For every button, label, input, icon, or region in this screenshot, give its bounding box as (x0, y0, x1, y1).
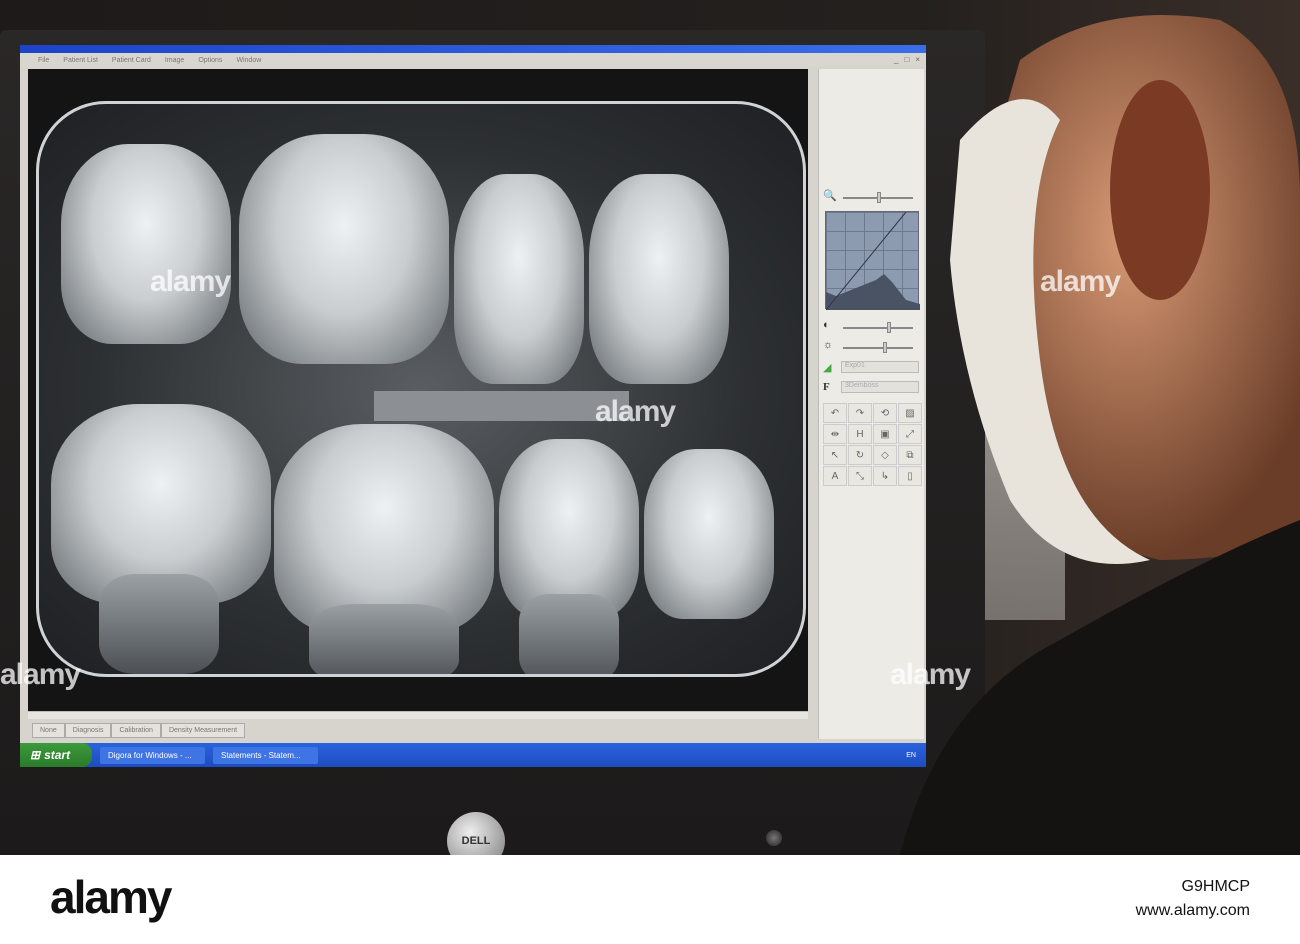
tab-density-measurement[interactable]: Density Measurement (160, 723, 246, 738)
zoom-icon: 🔍 (823, 190, 837, 202)
taskbar-item-statements[interactable]: Statements - Statem... (213, 746, 318, 764)
person-silhouette (900, 15, 1300, 855)
flip-tool[interactable]: ⇹ (823, 424, 847, 444)
measure-tool[interactable]: ⤡ (848, 466, 872, 486)
rotate-tool[interactable]: ⟲ (873, 403, 897, 423)
taskbar: ⊞ start Digora for Windows - ... Statemen… (20, 743, 926, 767)
watermark: alamy (595, 395, 676, 428)
start-button[interactable]: ⊞ start (20, 743, 92, 767)
title-bar (20, 45, 926, 53)
contrast-icon: ◐ (823, 319, 830, 331)
tab-calibration[interactable]: Calibration (111, 723, 161, 738)
xray-viewer[interactable] (28, 69, 808, 711)
menu-options[interactable]: Options (198, 57, 222, 64)
footer-band (0, 855, 1300, 944)
monitor-logo: DELL (447, 812, 505, 855)
site-url[interactable]: www.alamy.com (1136, 902, 1250, 920)
refresh-tool[interactable]: ↻ (848, 445, 872, 465)
menu-bar: File Patient List Patient Card Image Opt… (20, 53, 926, 67)
rotate-right-tool[interactable]: ↷ (848, 403, 872, 423)
minimize-button[interactable]: _ (894, 55, 898, 64)
watermark: alamy (150, 265, 231, 298)
image-id: G9HMCP (1181, 878, 1250, 895)
screen: File Patient List Patient Card Image Opt… (20, 45, 926, 767)
menu-file[interactable]: File (38, 57, 49, 64)
menu-patient-card[interactable]: Patient Card (112, 57, 151, 64)
dental-xray-image (36, 101, 806, 677)
menu-window[interactable]: Window (236, 57, 261, 64)
menu-patient-list[interactable]: Patient List (63, 57, 98, 64)
photo: DELL File Patient List Patient Card Imag… (0, 0, 1300, 855)
angle-tool[interactable]: ↳ (873, 466, 897, 486)
save-tool[interactable]: H (848, 424, 872, 444)
watermark: alamy (1040, 265, 1121, 298)
filter-icon: F (823, 381, 830, 393)
bottom-tabs: None Diagnosis Calibration Density Measu… (32, 723, 246, 738)
menu-image[interactable]: Image (165, 57, 184, 64)
horizontal-scrollbar[interactable] (28, 711, 808, 719)
brightness-icon: ☼ (823, 339, 834, 351)
taskbar-item-digora[interactable]: Digora for Windows - ... (100, 746, 205, 764)
watermark: alamy (0, 658, 81, 691)
tab-none[interactable]: None (32, 723, 65, 738)
tab-diagnosis[interactable]: Diagnosis (64, 723, 112, 738)
bite-wing-tab (374, 391, 629, 421)
watermark: alamy (890, 658, 971, 691)
shape-tool[interactable]: ◇ (873, 445, 897, 465)
rotate-left-tool[interactable]: ↶ (823, 403, 847, 423)
window-tool[interactable]: ▣ (873, 424, 897, 444)
start-label: start (44, 748, 71, 762)
text-tool[interactable]: A (823, 466, 847, 486)
footer-brand: alamy (50, 871, 172, 923)
color-palette-icon: ◢ (823, 362, 832, 374)
power-button[interactable] (766, 830, 782, 846)
windows-logo-icon: ⊞ (30, 748, 41, 762)
pointer-tool[interactable]: ↖ (823, 445, 847, 465)
